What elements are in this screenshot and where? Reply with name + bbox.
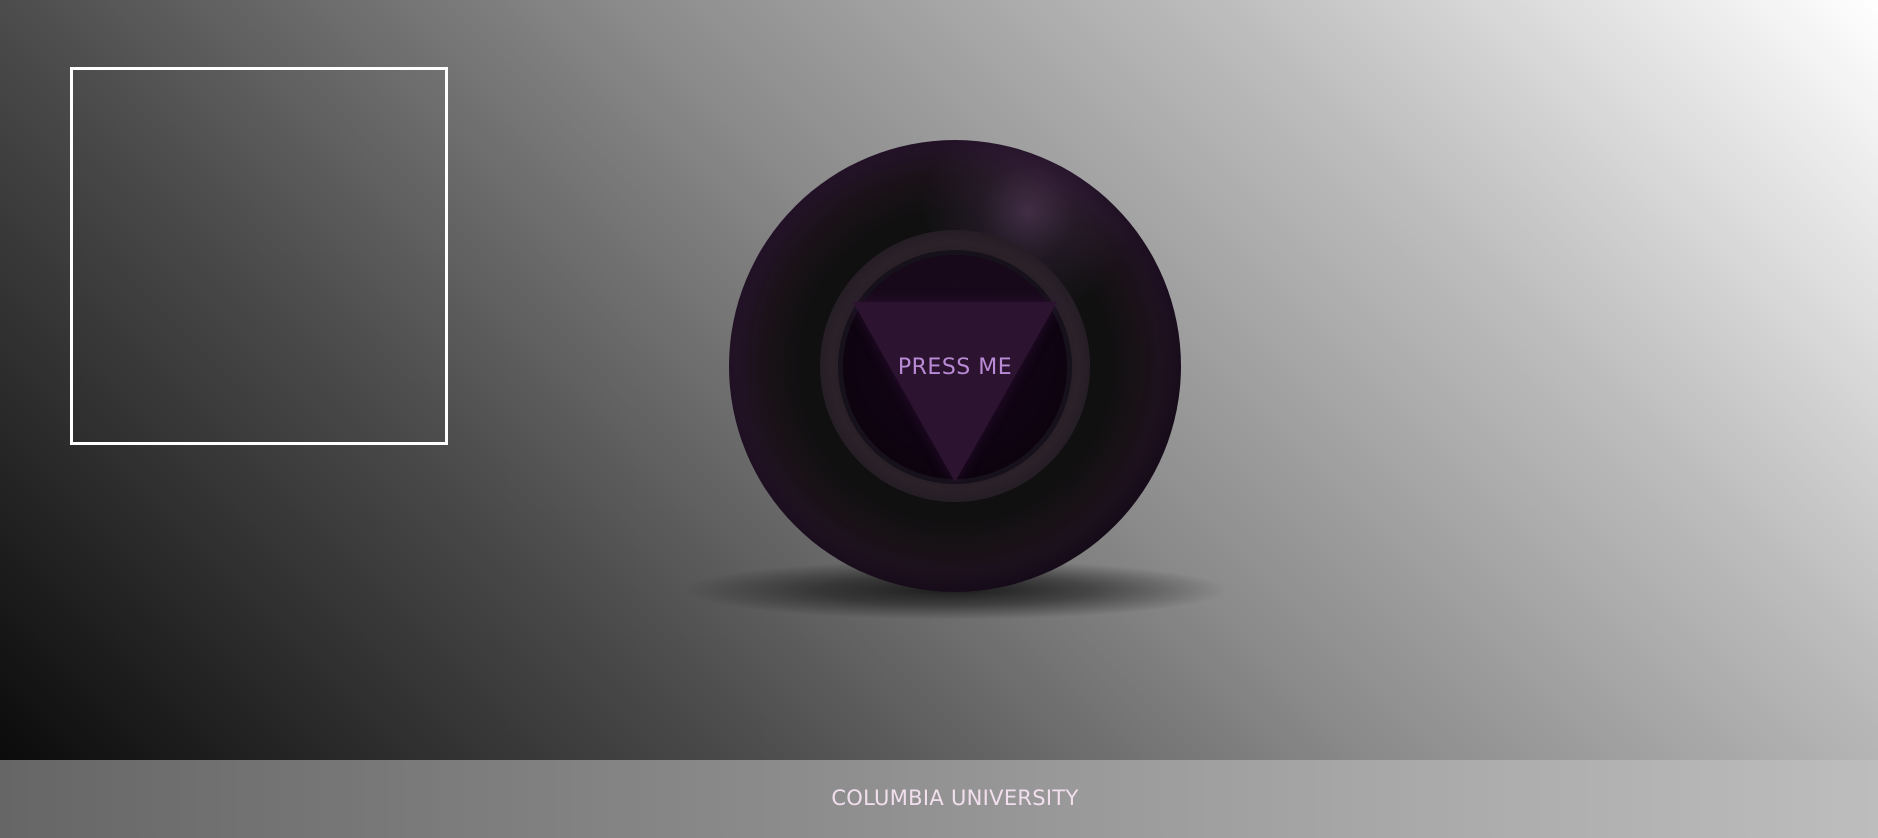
footer-label: COLUMBIA UNIVERSITY bbox=[831, 786, 1079, 810]
press-me-button[interactable]: PRESS ME bbox=[855, 355, 1055, 380]
answer-frame bbox=[70, 67, 448, 445]
main-stage: PRESS ME bbox=[0, 0, 1878, 760]
footer: COLUMBIA UNIVERSITY bbox=[0, 760, 1878, 838]
window-band bbox=[843, 255, 1067, 303]
answer-triangle bbox=[853, 302, 1057, 482]
